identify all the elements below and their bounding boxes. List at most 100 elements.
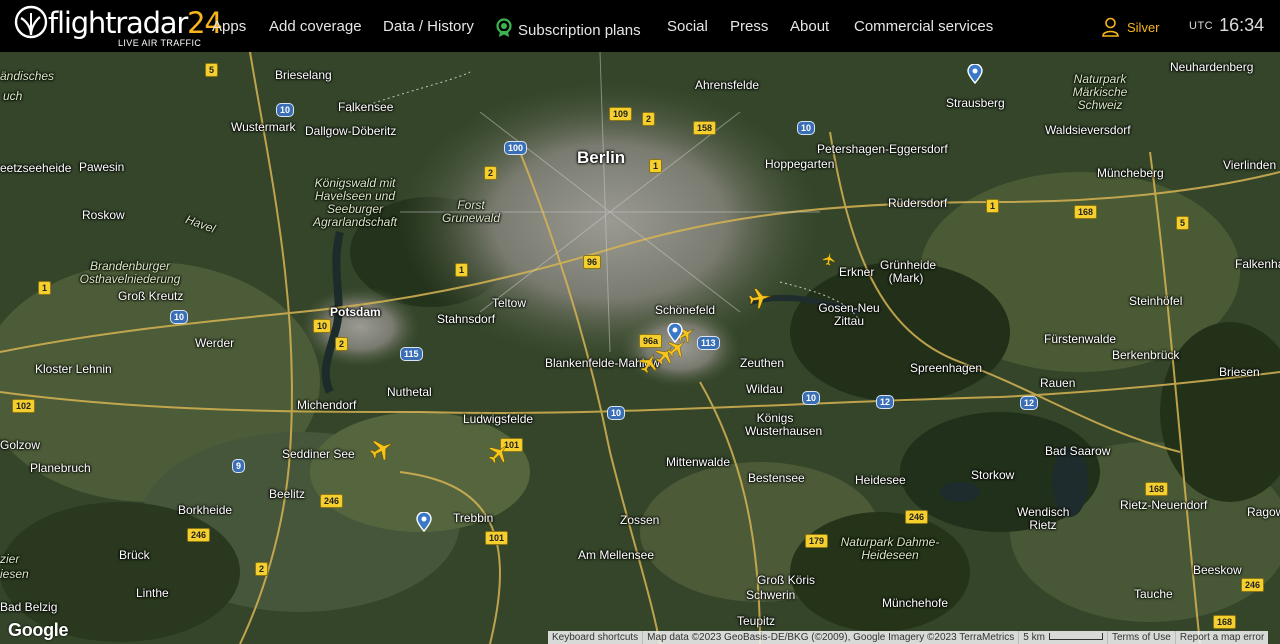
place-label-schonefeld: Schönefeld bbox=[655, 303, 716, 317]
place-label: Borkheide bbox=[178, 503, 233, 517]
flightradar24-logo[interactable]: flightradar24 LIVE AIR TRAFFIC bbox=[14, 5, 223, 49]
nav-subscription-plans[interactable]: Subscription plans bbox=[496, 18, 641, 39]
report-map-error-link[interactable]: Report a map error bbox=[1176, 631, 1268, 644]
nav-apps[interactable]: Apps bbox=[212, 18, 246, 35]
road-shield: 5 bbox=[205, 63, 219, 77]
place-label: Groß Köris bbox=[757, 573, 816, 587]
place-label: Steinhöfel bbox=[1129, 294, 1183, 308]
road-shield: 158 bbox=[693, 121, 717, 135]
place-label: Linthe bbox=[136, 586, 169, 600]
place-label: Zeuthen bbox=[740, 356, 785, 370]
place-label: Vierlinden bbox=[1223, 158, 1277, 172]
place-label: Teupitz bbox=[737, 614, 776, 628]
road-shield: 246 bbox=[1241, 578, 1265, 592]
place-label: Ahrensfelde bbox=[695, 78, 760, 92]
place-label: Wendisch Rietz bbox=[1017, 505, 1070, 532]
aircraft-icon[interactable] bbox=[369, 436, 395, 462]
place-label: Seddiner See bbox=[282, 447, 355, 461]
road-shield: 1 bbox=[38, 281, 52, 295]
place-label: Rauen bbox=[1040, 376, 1076, 390]
keyboard-shortcuts-link[interactable]: Keyboard shortcuts bbox=[548, 631, 644, 644]
road-shield: 5 bbox=[1176, 216, 1190, 230]
logo-tagline: LIVE AIR TRAFFIC bbox=[118, 38, 202, 48]
nav-press[interactable]: Press bbox=[730, 18, 768, 35]
park-label: Königswald mit Havelseen und Seeburger A… bbox=[312, 176, 398, 229]
aircraft-icon[interactable] bbox=[748, 286, 772, 310]
park-label: Naturpark Dahme-Heideseen bbox=[840, 535, 940, 562]
road-shield: 168 bbox=[1074, 205, 1098, 219]
place-label: Teltow bbox=[492, 296, 527, 310]
place-label: Michendorf bbox=[297, 398, 357, 412]
road-shield: 2 bbox=[642, 112, 656, 126]
place-label: Waldsieversdorf bbox=[1045, 123, 1131, 137]
road-shield: 102 bbox=[12, 399, 36, 413]
road-shield: 10 bbox=[797, 121, 816, 135]
place-label: ändisches bbox=[0, 69, 55, 83]
road-shield: 1 bbox=[986, 199, 1000, 213]
flight-map[interactable]: Berlin Potsdam Brieselang Falkensee Wust… bbox=[0, 52, 1280, 644]
road-shield: 1 bbox=[455, 263, 469, 277]
place-label: eetzseeheide bbox=[0, 161, 72, 175]
place-label: Ragow bbox=[1247, 505, 1280, 519]
road-shield: 115 bbox=[400, 347, 423, 361]
park-label: Forst Grunewald bbox=[441, 198, 501, 225]
nav-commercial-services[interactable]: Commercial services bbox=[854, 18, 993, 35]
place-label: Hoppegarten bbox=[765, 157, 835, 171]
airport-pin-icon[interactable] bbox=[967, 64, 983, 84]
place-label: Schwerin bbox=[746, 588, 796, 602]
place-label: Rüdersdorf bbox=[888, 196, 948, 210]
place-label: uch bbox=[3, 89, 23, 103]
road-shield: 246 bbox=[320, 494, 344, 508]
aircraft-icon[interactable] bbox=[822, 250, 836, 268]
clock-zone: UTC bbox=[1189, 20, 1214, 32]
place-label: Storkow bbox=[971, 468, 1015, 482]
road-shield: 10 bbox=[276, 103, 295, 117]
airport-pin-icon[interactable] bbox=[416, 512, 432, 532]
place-label: Kloster Lehnin bbox=[35, 362, 112, 376]
google-logo: Google bbox=[8, 620, 69, 640]
road-shield: 168 bbox=[1213, 615, 1237, 629]
scale-bar bbox=[1048, 633, 1103, 640]
place-label: Fürstenwalde bbox=[1044, 332, 1117, 346]
place-label: Spreenhagen bbox=[910, 361, 983, 375]
account-button[interactable]: Silver bbox=[1102, 17, 1160, 37]
place-label: Grünheide (Mark) bbox=[880, 258, 937, 285]
map-data-attribution: Map data ©2023 GeoBasis-DE/BKG (©2009), … bbox=[643, 631, 1020, 644]
aircraft-icon[interactable] bbox=[487, 441, 511, 465]
place-label: Berkenbrück bbox=[1112, 348, 1180, 362]
place-label: Dallgow-Döberitz bbox=[305, 124, 397, 138]
place-label: Golzow bbox=[0, 438, 41, 452]
nav-subscription-plans-label: Subscription plans bbox=[518, 22, 641, 39]
place-label: Zossen bbox=[620, 513, 660, 527]
nav-social[interactable]: Social bbox=[667, 18, 708, 35]
road-shield: 168 bbox=[1145, 482, 1169, 496]
place-label: Trebbin bbox=[453, 511, 494, 525]
place-label: Werder bbox=[195, 336, 235, 350]
place-label: Beeskow bbox=[1193, 563, 1242, 577]
place-label: iesen bbox=[0, 567, 29, 581]
place-label: Gosen-Neu Zittau bbox=[818, 301, 880, 328]
place-label: Planebruch bbox=[30, 461, 91, 475]
road-shield: 179 bbox=[805, 534, 829, 548]
airport-pin-icon[interactable] bbox=[667, 323, 683, 343]
scale-label: 5 km bbox=[1023, 632, 1045, 643]
place-label: Ludwigsfelde bbox=[463, 412, 534, 426]
nav-add-coverage[interactable]: Add coverage bbox=[269, 18, 362, 35]
terms-of-use-link[interactable]: Terms of Use bbox=[1108, 631, 1176, 644]
place-label: Rietz-Neuendorf bbox=[1120, 498, 1208, 512]
place-label-potsdam: Potsdam bbox=[330, 305, 381, 319]
account-tier-label: Silver bbox=[1127, 20, 1160, 35]
place-label: Briesen bbox=[1219, 365, 1260, 379]
place-label: Heidesee bbox=[855, 473, 906, 487]
place-label: Am Mellensee bbox=[578, 548, 655, 562]
road-shield: 1 bbox=[649, 159, 663, 173]
place-label: Tauche bbox=[1134, 587, 1173, 601]
place-label: Erkner bbox=[839, 265, 875, 279]
map-scale[interactable]: 5 km bbox=[1019, 631, 1108, 644]
nav-data-history[interactable]: Data / History bbox=[383, 18, 474, 35]
utc-clock: UTC 16:34 bbox=[1189, 15, 1264, 36]
place-label: Petershagen-Eggersdorf bbox=[817, 142, 948, 156]
place-label: Stahnsdorf bbox=[437, 312, 496, 326]
place-label-berlin: Berlin bbox=[577, 148, 626, 167]
nav-about[interactable]: About bbox=[790, 18, 829, 35]
